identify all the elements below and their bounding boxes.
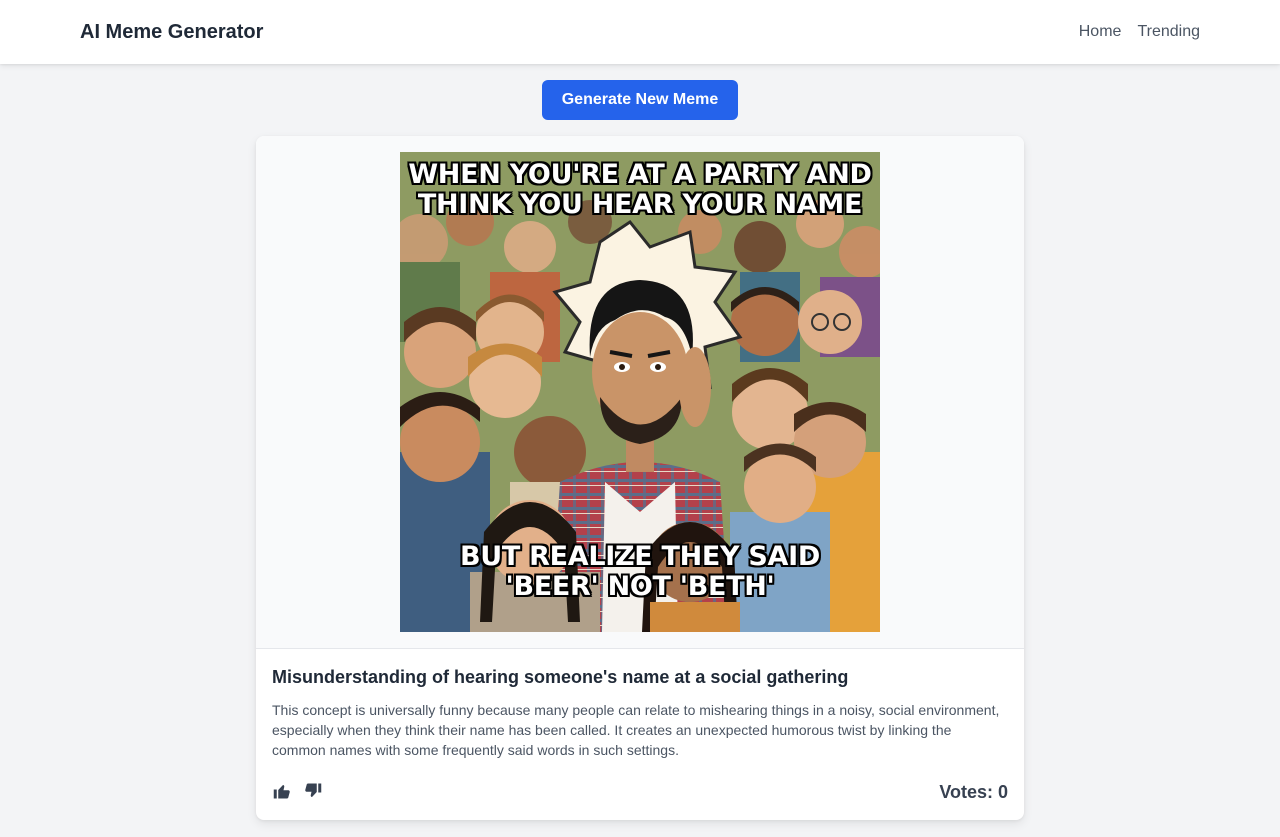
meme-card: WHEN YOU'RE AT A PARTY AND THINK YOU HEA… <box>256 136 1024 820</box>
top-navbar: AI Meme Generator Home Trending <box>0 0 1280 64</box>
meme-image-area: WHEN YOU'RE AT A PARTY AND THINK YOU HEA… <box>256 136 1024 649</box>
thumbs-down-icon <box>305 783 322 797</box>
meme-details: Misunderstanding of hearing someone's na… <box>272 664 1008 760</box>
brand-logo-text[interactable]: AI Meme Generator <box>80 19 263 45</box>
vote-bar: Votes: 0 <box>272 780 1008 806</box>
nav-link-trending[interactable]: Trending <box>1137 21 1200 43</box>
meme-description: This concept is universally funny becaus… <box>272 702 1000 758</box>
nav-links: Home Trending <box>1079 21 1200 43</box>
nav-link-home[interactable]: Home <box>1079 21 1122 43</box>
meme-bottom-caption: BUT REALIZE THEY SAID 'BEER' NOT 'BETH' <box>459 541 821 602</box>
upvote-button[interactable] <box>272 782 292 802</box>
meme-image: WHEN YOU'RE AT A PARTY AND THINK YOU HEA… <box>400 152 880 632</box>
thumbs-up-icon <box>273 785 290 799</box>
generate-new-meme-button[interactable]: Generate New Meme <box>542 80 738 120</box>
meme-title: Misunderstanding of hearing someone's na… <box>272 667 849 687</box>
meme-top-caption: WHEN YOU'RE AT A PARTY AND THINK YOU HEA… <box>408 159 872 220</box>
vote-count: Votes: 0 <box>939 782 1008 802</box>
downvote-button[interactable] <box>303 782 323 802</box>
